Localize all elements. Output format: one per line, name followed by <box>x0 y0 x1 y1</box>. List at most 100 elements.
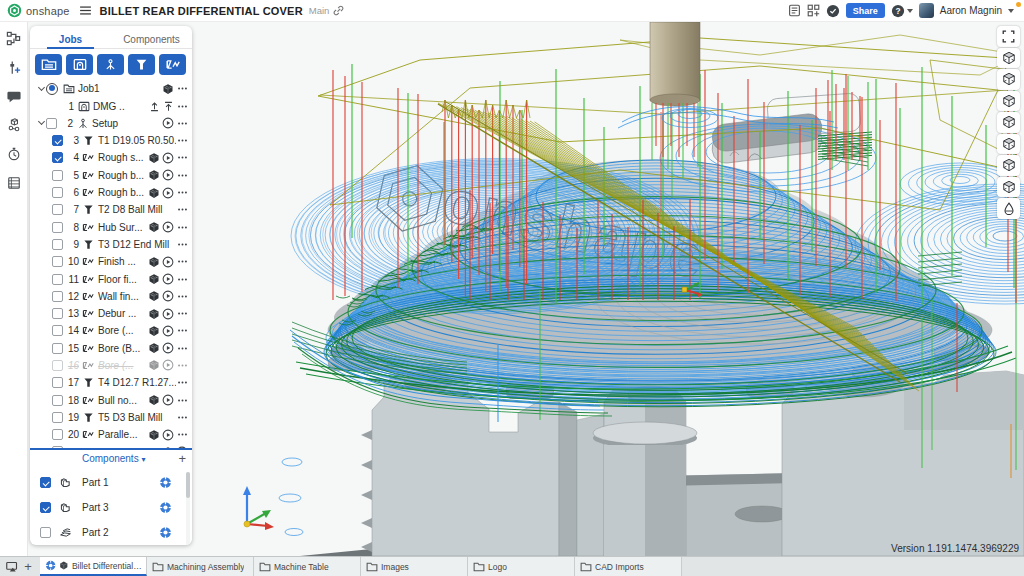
row-checkbox[interactable] <box>52 222 63 233</box>
sim-button[interactable] <box>148 152 160 164</box>
upload-button[interactable] <box>148 101 160 112</box>
row-checkbox[interactable] <box>52 135 63 146</box>
dots-button[interactable] <box>176 170 188 181</box>
view-cube-6-button[interactable] <box>997 155 1020 176</box>
history-icon[interactable] <box>6 146 22 162</box>
play-button[interactable] <box>162 169 174 181</box>
doc-tab-1[interactable]: Machining Assembly <box>147 557 254 576</box>
dots-button[interactable] <box>176 118 188 129</box>
sim-button[interactable] <box>148 325 160 337</box>
job-row-16[interactable]: 16Bore (... <box>30 357 192 374</box>
job-row-8[interactable]: 8Hub Sur... <box>30 218 192 235</box>
buoy-icon[interactable] <box>159 526 172 539</box>
share-button[interactable]: Share <box>846 3 885 18</box>
sim-button[interactable] <box>148 187 160 199</box>
row-checkbox[interactable] <box>52 412 63 423</box>
help-menu[interactable]: ? <box>891 4 913 18</box>
link-icon[interactable] <box>333 5 344 16</box>
add-tab-button[interactable]: + <box>20 557 36 576</box>
doc-tab-5[interactable]: CAD Imports <box>575 557 682 576</box>
sim-button[interactable] <box>148 394 160 406</box>
fit-view-button[interactable] <box>997 26 1020 47</box>
view-cube-1-button[interactable] <box>997 48 1020 69</box>
job-row-17[interactable]: 17T4 D12.7 R1.27... <box>30 374 192 391</box>
row-checkbox[interactable] <box>52 170 63 181</box>
dots-button[interactable] <box>176 187 188 198</box>
view-cube-4-button[interactable] <box>997 112 1020 133</box>
comment-icon[interactable] <box>6 88 22 104</box>
row-checkbox[interactable] <box>46 118 57 129</box>
play-button[interactable] <box>162 256 174 268</box>
dots-button[interactable] <box>176 429 188 440</box>
dots-button[interactable] <box>176 360 188 371</box>
view-cube-3-button[interactable] <box>997 91 1020 112</box>
components-scrollbar[interactable] <box>186 472 190 545</box>
dots-button[interactable] <box>176 377 188 388</box>
dots-button[interactable] <box>176 135 188 146</box>
notes-icon[interactable] <box>6 175 22 191</box>
play-button[interactable] <box>162 117 174 129</box>
play-button[interactable] <box>162 152 174 164</box>
add-component-button[interactable]: + <box>178 451 186 466</box>
component-row-part-2[interactable]: Part 2 <box>30 520 192 545</box>
row-checkbox[interactable] <box>52 325 63 336</box>
doc-tab-4[interactable]: Logo <box>468 557 575 576</box>
row-checkbox[interactable] <box>52 343 63 354</box>
dots-button[interactable] <box>176 412 188 423</box>
dots-button[interactable] <box>176 256 188 267</box>
tab-jobs[interactable]: Jobs <box>30 30 111 48</box>
row-checkbox[interactable] <box>52 204 63 215</box>
dots-button[interactable] <box>176 101 188 112</box>
play-button[interactable] <box>162 273 174 285</box>
dots-button[interactable] <box>176 152 188 163</box>
job-folder-button[interactable] <box>35 54 62 75</box>
sim-button[interactable] <box>148 359 160 371</box>
row-checkbox[interactable] <box>52 360 63 371</box>
row-checkbox[interactable] <box>52 308 63 319</box>
dots-button[interactable] <box>176 222 188 233</box>
play-button[interactable] <box>162 290 174 302</box>
sim-button[interactable] <box>148 308 160 320</box>
job-row-3[interactable]: 3T1 D19.05 R0.50... <box>30 132 192 149</box>
job-row-10[interactable]: 10Finish ... <box>30 253 192 270</box>
job-row-4[interactable]: 4Rough s... <box>30 149 192 166</box>
row-checkbox[interactable] <box>52 152 63 163</box>
doc-tab-0[interactable]: Billet Differential Co... <box>40 557 147 576</box>
sim-button[interactable] <box>148 429 160 441</box>
tool-button[interactable] <box>128 54 155 75</box>
sync-status-icon[interactable] <box>826 4 840 18</box>
row-checkbox[interactable] <box>52 291 63 302</box>
sim-button[interactable] <box>148 169 160 181</box>
view-cube-7-button[interactable] <box>997 177 1020 198</box>
play-button[interactable] <box>162 325 174 337</box>
row-checkbox[interactable] <box>52 274 63 285</box>
sim-button[interactable] <box>148 290 160 302</box>
component-row-part-3[interactable]: Part 3 <box>30 495 192 520</box>
view-cube-5-button[interactable] <box>997 134 1020 155</box>
row-checkbox[interactable] <box>52 429 63 440</box>
row-checkbox[interactable] <box>52 187 63 198</box>
dots-button[interactable] <box>176 343 188 354</box>
component-row-part-1[interactable]: Part 1 <box>30 470 192 495</box>
job-row-15[interactable]: 15Bore (B... <box>30 340 192 357</box>
play-button[interactable] <box>162 359 174 371</box>
row-checkbox[interactable] <box>52 377 63 388</box>
job-row-12[interactable]: 12Wall fin... <box>30 288 192 305</box>
job-row-14[interactable]: 14Bore (... <box>30 322 192 339</box>
component-checkbox[interactable] <box>40 527 51 538</box>
job-row-21[interactable] <box>30 443 192 448</box>
components-header-label[interactable]: Components ▾ <box>49 453 178 464</box>
setup-button[interactable] <box>97 54 124 75</box>
row-checkbox[interactable] <box>52 239 63 250</box>
collapse-caret-icon[interactable] <box>36 122 46 124</box>
view-cube-2-button[interactable] <box>997 69 1020 90</box>
buoy-icon[interactable] <box>159 476 172 489</box>
dots-button[interactable] <box>176 395 188 406</box>
doc-tab-2[interactable]: Machine Table <box>254 557 361 576</box>
job-row-18[interactable]: 18Bull no... <box>30 391 192 408</box>
sim-button[interactable] <box>148 221 160 233</box>
post-machine-button[interactable] <box>66 54 93 75</box>
sim-button[interactable] <box>162 446 174 448</box>
dots-button[interactable] <box>176 291 188 302</box>
sim-button[interactable] <box>148 256 160 268</box>
